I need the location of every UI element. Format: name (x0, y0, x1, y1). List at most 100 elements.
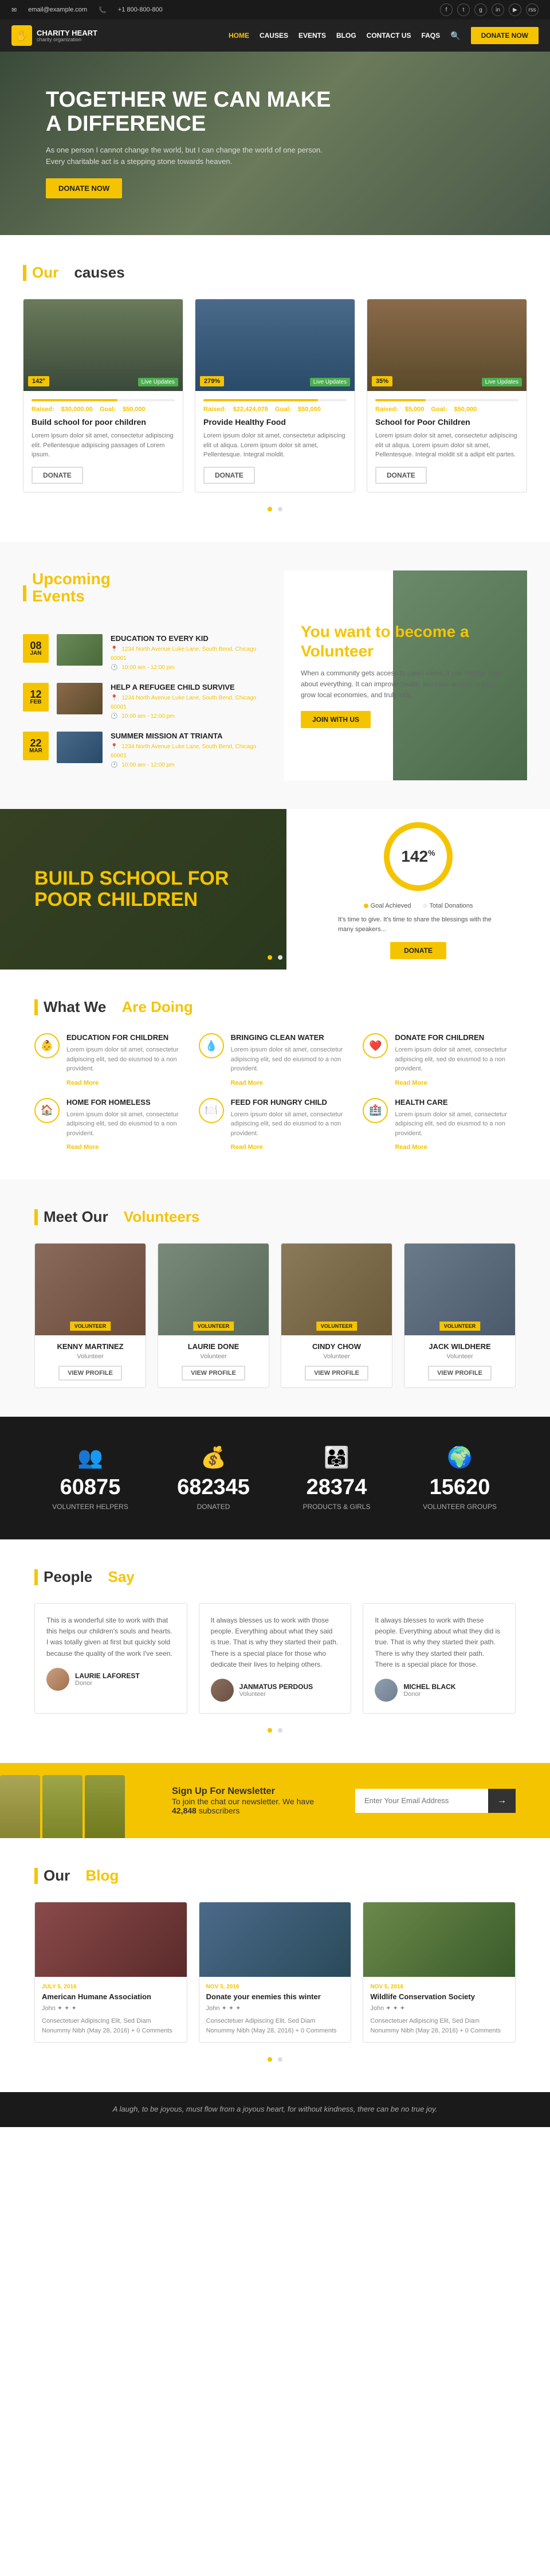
read-more-1[interactable]: Read More (66, 1080, 99, 1086)
circle-labels: Goal Achieved Total Donations (364, 902, 473, 909)
build-dots (266, 952, 284, 961)
read-more-3[interactable]: Read More (395, 1080, 427, 1086)
event-thumb-1 (57, 634, 103, 666)
read-more-6[interactable]: Read More (395, 1144, 427, 1151)
person-1 (0, 1775, 40, 1838)
footer-quote: A laugh, to be joyous, must flow from a … (34, 2104, 516, 2116)
testimonial-dot-1[interactable] (268, 1728, 272, 1733)
what-icon-6: 🏥 (363, 1098, 388, 1123)
stat-number-3: 28374 (281, 1475, 392, 1500)
volunteer-card-body-2: LAURIE DONE Volunteer VIEW PROFILE (158, 1335, 269, 1387)
cause-donate-btn-1[interactable]: DONATE (32, 467, 83, 484)
what-section: What We Are Doing 👶 EDUCATION FOR CHILDR… (0, 970, 550, 1179)
rss-icon[interactable]: rss (526, 3, 539, 16)
view-profile-btn-1[interactable]: VIEW PROFILE (58, 1366, 122, 1381)
blog-image-3 (363, 1902, 515, 1977)
volunteer-heading: You want to become a Volunteer (301, 622, 510, 660)
nav-contact[interactable]: Contact Us (367, 32, 411, 40)
event-meta-2: 📍 1234 North Avenue Luke Lane, South Ben… (111, 694, 266, 721)
youtube-icon[interactable]: ▶ (509, 3, 521, 16)
hero-content: TOGETHER WE CAN MAKE A DIFFERENCE As one… (46, 88, 332, 199)
stat-icon-4: 🌍 (404, 1445, 516, 1469)
newsletter-title: Sign Up For Newsletter (172, 1786, 332, 1797)
what-content-5: FEED FOR HUNGRY CHILD Lorem ipsum dolor … (231, 1098, 352, 1151)
stat-icon-1: 👥 (34, 1445, 146, 1469)
read-more-5[interactable]: Read More (231, 1144, 263, 1151)
nav-causes[interactable]: Causes (260, 32, 288, 40)
cause-body-3: Raised: $5,000 Goal: $50,000 School for … (367, 391, 527, 492)
cause-donate-btn-3[interactable]: DONATE (375, 467, 427, 484)
volunteers-title: Meet Our Volunteers (34, 1208, 516, 1226)
blog-image-1 (35, 1902, 187, 1977)
facebook-icon[interactable]: f (440, 3, 453, 16)
cause-desc-1: Lorem ipsum dolor sit amet, consectetur … (32, 431, 175, 460)
title-accent (23, 265, 26, 281)
blog-dot-2[interactable] (278, 2057, 282, 2062)
raised-value-2: $22,424,078 (233, 406, 268, 413)
dot-2[interactable] (278, 507, 282, 511)
blog-card-3: NOV 5, 2016 Wildlife Conservation Societ… (363, 1902, 516, 2043)
cause-status-1: Live Updates (138, 378, 178, 386)
newsletter-people (0, 1775, 125, 1838)
build-donate-button[interactable]: DONATE (390, 942, 446, 959)
cause-card-2: 279% Live Updates Raised: $22,424,078 Go… (195, 299, 355, 492)
goal-value-1: $50,000 (123, 406, 146, 413)
view-profile-btn-2[interactable]: VIEW PROFILE (182, 1366, 245, 1381)
cause-card-3: 35% Live Updates Raised: $5,000 Goal: $5… (367, 299, 527, 492)
stat-item-3: 👨‍👩‍👧 28374 Products & Girls (281, 1445, 392, 1511)
nav-faq[interactable]: FAQs (421, 32, 440, 40)
logo-tagline: charity organization (37, 37, 97, 42)
nav-home[interactable]: Home (229, 32, 249, 40)
build-dot-1[interactable] (268, 955, 272, 960)
hero-donate-button[interactable]: DONATE NOW (46, 178, 122, 198)
testimonial-dot-2[interactable] (278, 1728, 282, 1733)
what-icon-3: ❤️ (363, 1033, 388, 1058)
stat-label-4: Volunteer Groups (404, 1503, 516, 1511)
cause-stats-2: Raised: $22,424,078 Goal: $50,000 (203, 406, 347, 413)
what-content-2: BRINGING CLEAN WATER Lorem ipsum dolor s… (231, 1033, 352, 1086)
cause-image-3: 35% Live Updates (367, 299, 527, 391)
build-dot-2[interactable] (278, 955, 282, 960)
title-accent-blog (34, 1868, 38, 1884)
site-logo[interactable]: ✋ CHARITY HEART charity organization (11, 25, 97, 46)
cause-title-2: Provide Healthy Food (203, 417, 347, 427)
event-details-3: SUMMER MISSION AT TRIANTA 📍 1234 North A… (111, 732, 266, 770)
circle-chart: 142% (381, 819, 455, 894)
newsletter-submit-button[interactable]: → (488, 1789, 516, 1813)
stat-label-2: Donated (158, 1503, 269, 1511)
search-icon[interactable]: 🔍 (450, 31, 460, 41)
event-date-1: 08 JAN (23, 634, 49, 663)
volunteer-card-body-1: KENNY MARTINEZ Volunteer VIEW PROFILE (35, 1335, 146, 1387)
what-item-2: 💧 BRINGING CLEAN WATER Lorem ipsum dolor… (199, 1033, 352, 1086)
blog-card-1: JULY 5, 2016 American Humane Association… (34, 1902, 187, 2043)
blog-card-2: NOV 5, 2016 Donate your enemies this win… (199, 1902, 352, 2043)
volunteer-content: You want to become a Volunteer When a co… (301, 622, 510, 728)
goal-value-2: $50,000 (298, 406, 321, 413)
newsletter-email-input[interactable] (355, 1789, 488, 1813)
view-profile-btn-4[interactable]: VIEW PROFILE (428, 1366, 492, 1381)
nav-donate-button[interactable]: DONATE NOW (471, 27, 539, 44)
event-details-1: EDUCATION TO EVERY KID 📍 1234 North Aven… (111, 634, 266, 673)
author-info-2: JANMATUS PERDOUS Volunteer (239, 1683, 313, 1698)
stat-item-2: 💰 682345 Donated (158, 1445, 269, 1511)
blog-dot-1[interactable] (268, 2057, 272, 2062)
blog-title: Our Blog (34, 1867, 516, 1885)
stat-icon-3: 👨‍👩‍👧 (281, 1445, 392, 1469)
nav-events[interactable]: Events (298, 32, 326, 40)
twitter-icon[interactable]: t (457, 3, 470, 16)
dot-1[interactable] (268, 507, 272, 511)
read-more-4[interactable]: Read More (66, 1144, 99, 1151)
linkedin-icon[interactable]: in (492, 3, 504, 16)
volunteer-photo-1: VOLUNTEER (35, 1244, 146, 1335)
googleplus-icon[interactable]: g (474, 3, 487, 16)
stat-item-1: 👥 60875 Volunteer Helpers (34, 1445, 146, 1511)
view-profile-btn-3[interactable]: VIEW PROFILE (305, 1366, 368, 1381)
email-value: email@example.com (28, 6, 87, 13)
cause-donate-btn-2[interactable]: DONATE (203, 467, 255, 484)
testimonial-author-2: JANMATUS PERDOUS Volunteer (211, 1679, 340, 1702)
nav-links: Home Causes Events Blog Contact Us FAQs … (229, 27, 539, 44)
label-raised: Goal Achieved (364, 902, 411, 909)
nav-blog[interactable]: Blog (336, 32, 356, 40)
join-button[interactable]: JOIN WITH US (301, 711, 371, 728)
read-more-2[interactable]: Read More (231, 1080, 263, 1086)
